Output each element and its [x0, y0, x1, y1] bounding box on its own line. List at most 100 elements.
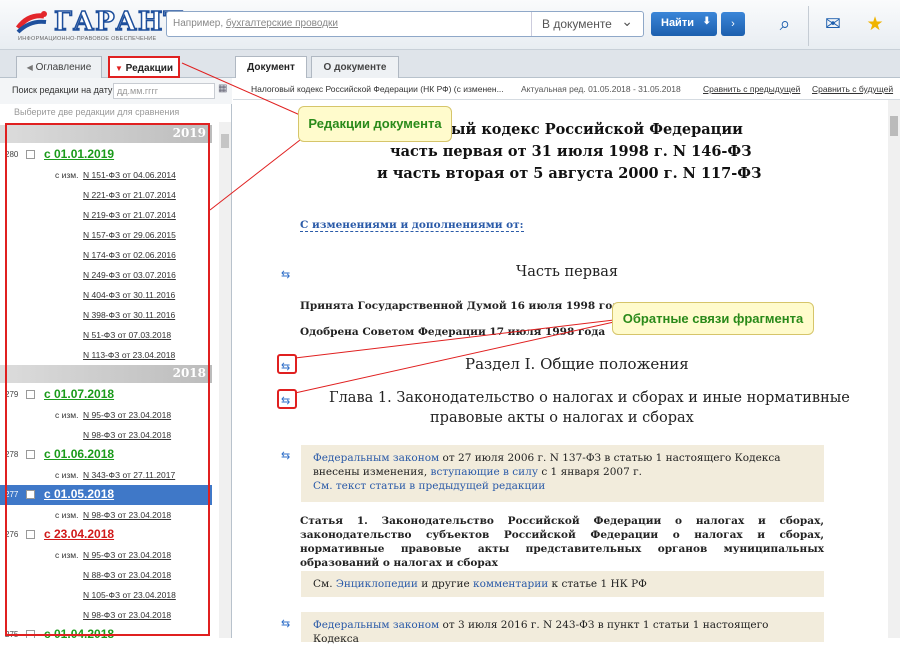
change-item[interactable]: N 404-ФЗ от 30.11.2016 — [0, 287, 212, 305]
change-link[interactable]: N 113-ФЗ от 23.04.2018 — [83, 350, 175, 360]
change-item[interactable]: N 174-ФЗ от 02.06.2016 — [0, 247, 212, 265]
change-link[interactable]: N 98-ФЗ от 23.04.2018 — [83, 510, 171, 520]
edition-item[interactable]: 278 с 01.06.2018 — [0, 445, 212, 465]
compare-checkbox[interactable] — [26, 390, 35, 399]
change-item[interactable]: N 113-ФЗ от 23.04.2018 — [0, 347, 212, 365]
change-link[interactable]: N 219-ФЗ от 21.07.2014 — [83, 210, 176, 220]
change-link[interactable]: N 157-ФЗ от 29.06.2015 — [83, 230, 176, 240]
backlink-highlight — [277, 389, 297, 409]
compare-checkbox[interactable] — [26, 490, 35, 499]
amendment-note: Федеральным законом от 27 июля 2006 г. N… — [301, 445, 824, 502]
tab-editions[interactable]: ▼ Редакции — [108, 56, 180, 78]
search-box[interactable]: Например, бухгалтерские проводки В докум… — [166, 11, 644, 37]
messages-icon[interactable]: ✉ — [818, 10, 848, 40]
backlink-icon[interactable]: ⇆ — [281, 449, 295, 462]
compare-checkbox[interactable] — [26, 450, 35, 459]
edition-date-link[interactable]: с 01.07.2018 — [44, 387, 114, 401]
search-example-link[interactable]: бухгалтерские проводки — [226, 18, 338, 29]
changes-list-link[interactable]: С изменениями и дополнениями от: — [300, 219, 524, 232]
federal-law-link[interactable]: Федеральным законом — [313, 619, 439, 631]
edition-item[interactable]: 279 с 01.07.2018 — [0, 385, 212, 405]
change-item[interactable]: с изм. N 95-ФЗ от 23.04.2018 — [0, 547, 212, 565]
change-link[interactable]: N 404-ФЗ от 30.11.2016 — [83, 290, 175, 300]
search-placeholder[interactable]: Например, бухгалтерские проводки — [173, 18, 338, 29]
tab-about-document[interactable]: О документе — [311, 56, 399, 78]
changes-prefix: с изм. — [55, 510, 79, 520]
tab-contents[interactable]: ◀ Оглавление — [16, 56, 102, 78]
change-item[interactable]: с изм. N 95-ФЗ от 23.04.2018 — [0, 407, 212, 425]
scrollbar-thumb[interactable] — [221, 134, 229, 148]
federal-law-link[interactable]: Федеральным законом — [313, 452, 439, 464]
comments-link[interactable]: комментарии — [473, 578, 548, 590]
compare-checkbox[interactable] — [26, 630, 35, 638]
scrollbar-thumb[interactable] — [890, 116, 898, 136]
find-next-button[interactable]: › — [721, 12, 745, 36]
in-force-link[interactable]: вступающие в силу — [431, 466, 538, 478]
edition-item-selected[interactable]: 277 с 01.05.2018 — [0, 485, 212, 505]
change-link[interactable]: N 51-ФЗ от 07.03.2018 — [83, 330, 171, 340]
document-title-line3: и часть вторая от 5 августа 2000 г. N 11… — [377, 165, 762, 182]
tab-contents-label: Оглавление — [35, 62, 92, 73]
edition-date-input[interactable]: дд.мм.гггг — [113, 83, 215, 99]
change-link[interactable]: N 95-ФЗ от 23.04.2018 — [83, 410, 171, 420]
search-scope-select[interactable]: В документе — [531, 12, 643, 36]
change-item[interactable]: N 98-ФЗ от 23.04.2018 — [0, 607, 212, 625]
change-link[interactable]: N 221-ФЗ от 21.07.2014 — [83, 190, 176, 200]
change-item[interactable]: N 51-ФЗ от 07.03.2018 — [0, 327, 212, 345]
chapter-heading-line2: правовые акты о налогах и сборах — [430, 410, 694, 426]
top-bar: ГАРАНТ ИНФОРМАЦИОННО-ПРАВОВОЕ ОБЕСПЕЧЕНИ… — [0, 0, 900, 50]
previous-edition-link[interactable]: См. текст статьи в предыдущей редакции — [313, 480, 545, 492]
find-button[interactable]: Найти ⬇ — [651, 12, 717, 36]
star-icon[interactable]: ★ — [860, 10, 890, 40]
edition-date-link[interactable]: с 01.04.2018 — [44, 627, 114, 638]
change-link[interactable]: N 98-ФЗ от 23.04.2018 — [83, 430, 171, 440]
change-link[interactable]: N 88-ФЗ от 23.04.2018 — [83, 570, 171, 580]
actual-edition: Актуальная ред. 01.05.2018 - 31.05.2018 — [521, 84, 681, 94]
approved-text: Одобрена Советом Федерации 17 июля 1998 … — [300, 326, 606, 338]
change-link[interactable]: N 105-ФЗ от 23.04.2018 — [83, 590, 176, 600]
change-item[interactable]: с изм. N 151-ФЗ от 04.06.2014 — [0, 167, 212, 185]
change-item[interactable]: с изм. N 98-ФЗ от 23.04.2018 — [0, 507, 212, 525]
change-link[interactable]: N 398-ФЗ от 30.11.2016 — [83, 310, 175, 320]
edition-date-link[interactable]: с 01.06.2018 — [44, 447, 114, 461]
document-name: Налоговый кодекс Российской Федерации (Н… — [251, 84, 504, 94]
change-link[interactable]: N 95-ФЗ от 23.04.2018 — [83, 550, 171, 560]
change-link[interactable]: N 151-ФЗ от 04.06.2014 — [83, 170, 176, 180]
backlink-icon[interactable]: ⇆ — [281, 268, 295, 281]
compare-next-link[interactable]: Сравнить с будущей — [812, 84, 893, 94]
change-link[interactable]: N 343-ФЗ от 27.11.2017 — [83, 470, 175, 480]
compare-previous-link[interactable]: Сравнить с предыдущей — [703, 84, 800, 94]
editions-scrollbar[interactable] — [219, 122, 231, 638]
change-item[interactable]: N 221-ФЗ от 21.07.2014 — [0, 187, 212, 205]
edition-date-link[interactable]: с 01.01.2019 — [44, 147, 114, 161]
document-scrollbar[interactable] — [888, 100, 900, 638]
backlink-icon[interactable]: ⇆ — [281, 617, 295, 630]
change-link[interactable]: N 174-ФЗ от 02.06.2016 — [83, 250, 176, 260]
section-heading: Раздел I. Общие положения — [465, 355, 689, 373]
search-settings-icon[interactable]: ⌕ — [770, 10, 800, 40]
change-item[interactable]: N 105-ФЗ от 23.04.2018 — [0, 587, 212, 605]
change-link[interactable]: N 98-ФЗ от 23.04.2018 — [83, 610, 171, 620]
tab-document[interactable]: Документ — [235, 56, 307, 78]
change-item[interactable]: N 88-ФЗ от 23.04.2018 — [0, 567, 212, 585]
edition-search-label: Поиск редакции на дату — [12, 85, 113, 95]
compare-checkbox[interactable] — [26, 530, 35, 539]
change-item[interactable]: с изм. N 343-ФЗ от 27.11.2017 — [0, 467, 212, 485]
change-item[interactable]: N 249-ФЗ от 03.07.2016 — [0, 267, 212, 285]
garant-logo[interactable]: ГАРАНТ ИНФОРМАЦИОННО-ПРАВОВОЕ ОБЕСПЕЧЕНИ… — [14, 6, 184, 44]
change-item[interactable]: N 219-ФЗ от 21.07.2014 — [0, 207, 212, 225]
change-item[interactable]: N 157-ФЗ от 29.06.2015 — [0, 227, 212, 245]
encyclopedia-link[interactable]: Энциклопедии — [336, 578, 418, 590]
edition-item[interactable]: 276 с 23.04.2018 — [0, 525, 212, 545]
compare-checkbox[interactable] — [26, 150, 35, 159]
change-item[interactable]: N 98-ФЗ от 23.04.2018 — [0, 427, 212, 445]
edition-date-link[interactable]: с 01.05.2018 — [44, 487, 114, 501]
edition-item[interactable]: 280 с 01.01.2019 — [0, 145, 212, 165]
edition-date-link[interactable]: с 23.04.2018 — [44, 527, 114, 541]
change-link[interactable]: N 249-ФЗ от 03.07.2016 — [83, 270, 176, 280]
change-item[interactable]: N 398-ФЗ от 30.11.2016 — [0, 307, 212, 325]
adopted-text: Принята Государственной Думой 16 июля 19… — [300, 300, 627, 312]
calendar-icon[interactable]: ▦ — [218, 83, 227, 94]
edition-item[interactable]: 275 с 01.04.2018 — [0, 625, 212, 638]
find-dropdown-icon[interactable]: ⬇ — [703, 16, 711, 27]
